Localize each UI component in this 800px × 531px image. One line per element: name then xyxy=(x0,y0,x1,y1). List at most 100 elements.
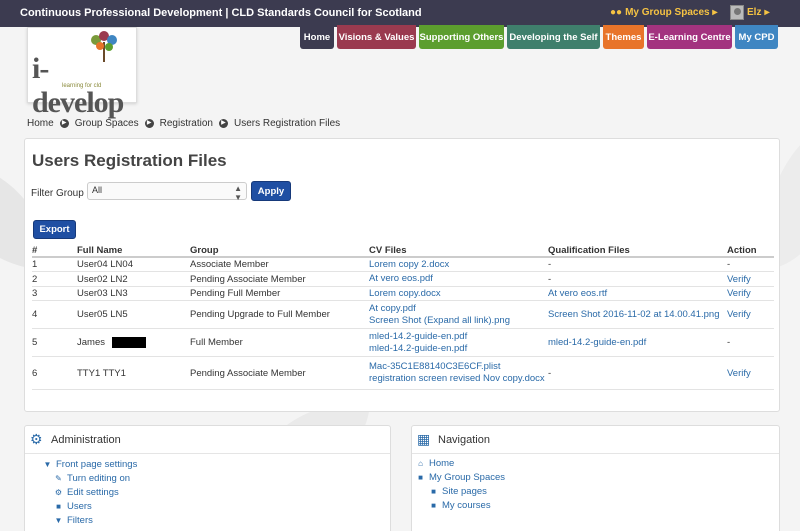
gears-icon: ⚙ xyxy=(30,431,43,447)
col-num: # xyxy=(32,244,38,256)
row-group: Pending Upgrade to Full Member xyxy=(190,309,330,320)
page-title: Users Registration Files xyxy=(32,151,227,170)
cv-file-link[interactable]: Lorem copy 2.docx xyxy=(369,259,548,271)
admin-turn-editing-on[interactable]: ✎ Turn editing on xyxy=(54,473,130,484)
admin-filters[interactable]: ▼ Filters xyxy=(54,515,93,526)
row-number: 5 xyxy=(32,337,38,348)
breadcrumb-group-spaces[interactable]: Group Spaces xyxy=(75,118,139,129)
filter-group-select[interactable]: All ▲ ▼ xyxy=(87,182,247,202)
row-qualification-file[interactable]: Screen Shot 2016-11-02 at 14.00.41.png xyxy=(548,309,727,320)
navigation-title: Navigation xyxy=(438,434,490,446)
col-group: Group xyxy=(190,244,219,256)
filter-icon: ▼ xyxy=(54,516,63,525)
table-header: # Full Name Group CV Files Qualification… xyxy=(32,244,774,258)
sitemap-icon: ▦ xyxy=(417,431,431,447)
chevron-right-icon: ▸ xyxy=(764,7,770,18)
folder-icon: ■ xyxy=(431,487,436,496)
top-bar: Continuous Professional Development | CL… xyxy=(0,0,800,27)
users-icon: ●● xyxy=(610,7,623,18)
row-number: 2 xyxy=(32,273,38,285)
table-row: 4 User05 LN5 Pending Upgrade to Full Membe… xyxy=(32,301,774,329)
row-number: 3 xyxy=(32,288,38,299)
breadcrumb-current: Users Registration Files xyxy=(233,118,341,129)
breadcrumb-home[interactable]: Home xyxy=(27,118,54,129)
row-action[interactable]: Verify xyxy=(727,274,774,285)
nav-supporting-others[interactable]: Supporting Others xyxy=(419,25,504,49)
row-cv-files: Lorem copy 2.docx xyxy=(369,259,548,271)
nav-visions-values[interactable]: Visions & Values xyxy=(337,25,416,49)
table-row: 3 User03 LN3 Pending Full Member Lorem copy… xyxy=(32,287,774,301)
row-full-name: User03 LN3 xyxy=(77,288,128,299)
cog-icon: ⚙ xyxy=(54,488,63,497)
admin-front-page-settings[interactable]: ▼ Front page settings xyxy=(43,459,138,470)
cv-file-link[interactable]: registration screen revised Nov copy.doc… xyxy=(369,373,548,385)
breadcrumb-registration[interactable]: Registration xyxy=(160,118,213,129)
admin-users[interactable]: ■ Users xyxy=(54,501,92,512)
navigation-block: ▦ Navigation ⌂ Home ■ My Group Spaces ■ Sit… xyxy=(411,425,780,531)
cv-file-link[interactable]: mled-14.2-guide-en.pdf xyxy=(369,331,548,343)
cv-file-link[interactable]: Screen Shot (Expand all link).png xyxy=(369,315,548,327)
cv-file-link[interactable]: mled-14.2-guide-en.pdf xyxy=(369,343,548,355)
administration-block: ⚙ Administration ▼ Front page settings ✎ T… xyxy=(24,425,391,531)
folder-open-icon: ▼ xyxy=(43,460,52,469)
row-cv-files: mled-14.2-guide-en.pdf mled-14.2-guide-en… xyxy=(369,331,548,355)
nav-themes[interactable]: Themes xyxy=(603,25,644,49)
apply-button[interactable]: Apply xyxy=(251,181,291,201)
row-qualification-file: - xyxy=(548,273,552,285)
chevron-right-icon: ▶ xyxy=(218,119,228,128)
folder-icon: ■ xyxy=(418,473,423,482)
nav-block-my-group-spaces[interactable]: ■ My Group Spaces xyxy=(416,472,505,483)
site-title[interactable]: Continuous Professional Development | CL… xyxy=(20,7,422,19)
site-logo[interactable]: i-develop learning for cld xyxy=(27,27,137,119)
row-qualification-file[interactable]: At vero eos.rtf xyxy=(548,288,727,299)
nav-block-site-pages[interactable]: ■ Site pages xyxy=(429,486,487,497)
nav-block-my-courses[interactable]: ■ My courses xyxy=(429,500,491,511)
row-action[interactable]: Verify xyxy=(727,309,774,320)
row-action: - xyxy=(727,259,731,270)
my-group-spaces-menu[interactable]: ●● My Group Spaces ▸ xyxy=(610,7,717,18)
nav-my-cpd[interactable]: My CPD xyxy=(735,25,778,49)
row-group: Pending Full Member xyxy=(190,288,281,299)
nav-home[interactable]: Home xyxy=(300,25,334,49)
col-cv-files: CV Files xyxy=(369,244,407,256)
nav-developing-self[interactable]: Developing the Self xyxy=(507,25,600,49)
col-full-name: Full Name xyxy=(77,244,123,256)
row-full-name: James xyxy=(77,336,190,348)
row-qualification-file[interactable]: mled-14.2-guide-en.pdf xyxy=(548,337,727,348)
row-group: Pending Associate Member xyxy=(190,273,306,285)
user-menu[interactable]: Elz ▸ xyxy=(730,5,769,20)
row-number: 6 xyxy=(32,367,38,379)
cv-file-link[interactable]: Lorem copy.docx xyxy=(369,288,548,300)
nav-block-home[interactable]: ⌂ Home xyxy=(416,458,454,469)
pencil-icon: ✎ xyxy=(55,474,62,483)
avatar xyxy=(730,5,744,20)
table-row: 5 James Full Member mled-14.2-guide-en.pdf… xyxy=(32,329,774,357)
user-name: Elz xyxy=(747,7,762,18)
row-cv-files: Lorem copy.docx xyxy=(369,288,548,300)
row-qualification-file: - xyxy=(548,367,552,379)
folder-icon: ■ xyxy=(431,501,436,510)
main-panel: Users Registration Files Filter Group Al… xyxy=(24,138,780,412)
row-full-name: User04 LN04 xyxy=(77,259,133,270)
nav-elearning-centre[interactable]: E-Learning Centre xyxy=(647,25,732,49)
row-group: Full Member xyxy=(190,337,243,348)
table-row: 2 User02 LN2 Pending Associate Member At ve… xyxy=(32,272,774,287)
row-action[interactable]: Verify xyxy=(727,288,774,299)
table-row: 6 TTY1 TTY1 Pending Associate Member Mac-35… xyxy=(32,357,774,390)
row-action[interactable]: Verify xyxy=(727,368,774,379)
export-button[interactable]: Export xyxy=(33,220,76,239)
cv-file-link[interactable]: Mac-35C1E88140C3E6CF.plist xyxy=(369,361,548,373)
row-number: 1 xyxy=(32,259,38,270)
row-cv-files: Mac-35C1E88140C3E6CF.plist registration s… xyxy=(369,361,548,385)
row-group: Associate Member xyxy=(190,259,269,270)
cv-file-link[interactable]: At copy.pdf xyxy=(369,303,548,315)
select-arrows-icon: ▲ ▼ xyxy=(234,184,242,202)
admin-edit-settings[interactable]: ⚙ Edit settings xyxy=(54,487,119,498)
folder-icon: ■ xyxy=(56,502,61,511)
registration-table: # Full Name Group CV Files Qualification… xyxy=(32,244,774,390)
row-full-name: User05 LN5 xyxy=(77,309,128,320)
cv-file-link[interactable]: At vero eos.pdf xyxy=(369,273,548,285)
filter-group-label: Filter Group xyxy=(31,188,84,199)
col-action: Action xyxy=(727,244,757,256)
row-full-name: User02 LN2 xyxy=(77,273,128,285)
